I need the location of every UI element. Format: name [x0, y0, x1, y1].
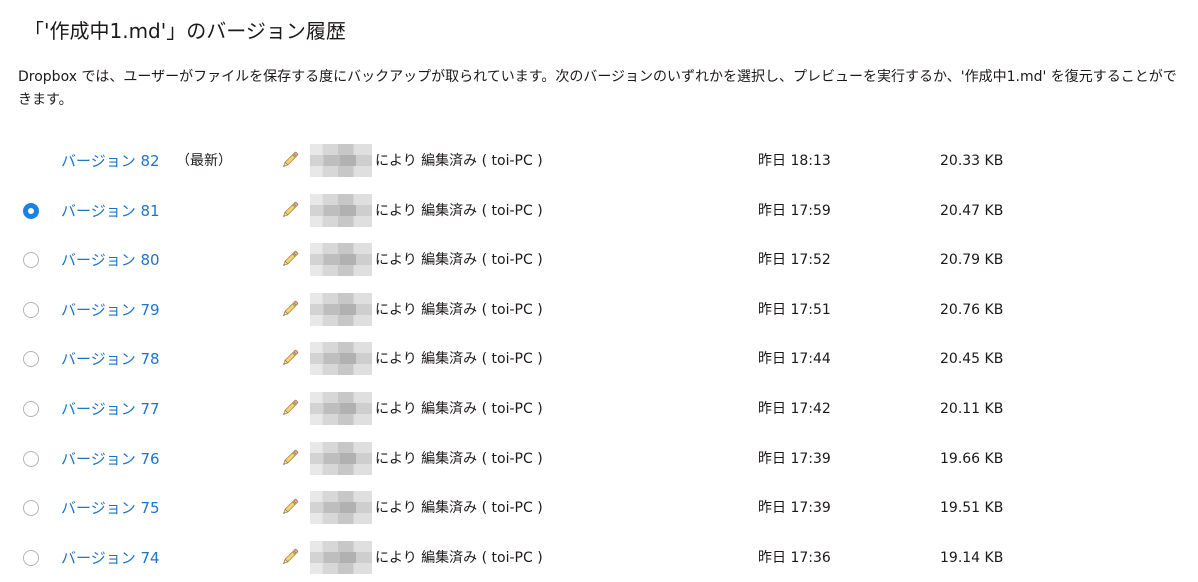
version-radio[interactable] — [23, 549, 39, 566]
blurred-editor-name — [310, 144, 372, 177]
version-radio[interactable] — [23, 500, 39, 517]
blurred-editor-name — [310, 342, 372, 376]
version-radio[interactable] — [23, 301, 39, 318]
edit-info: により 編集済み ( toi-PC ) — [375, 450, 543, 467]
version-row[interactable]: バージョン 75 により 編集済み ( toi-PC ) 昨日 17:39 19… — [0, 483, 1198, 533]
file-size: 20.11 KB — [940, 400, 1004, 417]
version-row[interactable]: バージョン 74 により 編集済み ( toi-PC ) 昨日 17:36 19… — [0, 533, 1198, 582]
version-radio[interactable] — [23, 252, 39, 269]
blurred-editor-name — [310, 491, 372, 525]
version-row[interactable]: バージョン 79 により 編集済み ( toi-PC ) 昨日 17:51 20… — [0, 285, 1198, 335]
version-link[interactable]: バージョン 82 — [61, 150, 160, 172]
edit-info: により 編集済み ( toi-PC ) — [375, 549, 543, 566]
pencil-icon — [282, 350, 299, 366]
version-row[interactable]: バージョン 77 により 編集済み ( toi-PC ) 昨日 17:42 20… — [0, 384, 1198, 434]
blurred-editor-name — [310, 441, 372, 475]
edit-info: により 編集済み ( toi-PC ) — [375, 153, 543, 169]
version-radio[interactable] — [23, 400, 39, 417]
edit-info: により 編集済み ( toi-PC ) — [375, 202, 543, 219]
file-size: 19.66 KB — [940, 450, 1004, 467]
edit-info: により 編集済み ( toi-PC ) — [375, 301, 543, 318]
version-row[interactable]: バージョン 76 により 編集済み ( toi-PC ) 昨日 17:39 19… — [0, 434, 1198, 484]
version-link[interactable]: バージョン 81 — [61, 200, 160, 222]
version-link[interactable]: バージョン 79 — [61, 299, 160, 321]
version-link[interactable]: バージョン 77 — [61, 398, 160, 420]
version-timestamp: 昨日 17:44 — [758, 351, 831, 368]
file-size: 19.14 KB — [940, 549, 1004, 566]
pencil-icon — [282, 498, 299, 515]
pencil-icon — [282, 449, 299, 465]
edit-info: により 編集済み ( toi-PC ) — [375, 351, 543, 368]
version-row[interactable]: バージョン 80 により 編集済み ( toi-PC ) 昨日 17:52 20… — [0, 235, 1198, 285]
version-timestamp: 昨日 17:36 — [758, 549, 831, 566]
pencil-icon — [282, 300, 299, 316]
pencil-icon — [282, 250, 299, 267]
pencil-icon — [282, 201, 299, 217]
version-row[interactable]: バージョン 78 により 編集済み ( toi-PC ) 昨日 17:44 20… — [0, 334, 1198, 384]
version-radio[interactable] — [23, 351, 39, 368]
edit-info: により 編集済み ( toi-PC ) — [375, 500, 543, 517]
version-link[interactable]: バージョン 76 — [61, 448, 160, 470]
blurred-editor-name — [310, 193, 372, 227]
version-radio[interactable] — [23, 450, 39, 467]
description-text: Dropbox では、ユーザーがファイルを保存する度にバックアップが取られていま… — [18, 69, 1177, 108]
blurred-editor-name — [310, 292, 372, 326]
version-timestamp: 昨日 17:52 — [758, 252, 831, 269]
pencil-icon — [282, 151, 299, 168]
pencil-icon — [282, 548, 299, 564]
page-title: 「'作成中1.md'」のバージョン履歴 — [24, 19, 346, 43]
edit-info: により 編集済み ( toi-PC ) — [375, 252, 543, 269]
file-size: 20.79 KB — [940, 252, 1004, 269]
version-timestamp: 昨日 17:42 — [758, 400, 831, 417]
version-row[interactable]: バージョン 81 により 編集済み ( toi-PC ) 昨日 17:59 20… — [0, 186, 1198, 236]
file-size: 20.76 KB — [940, 301, 1004, 318]
latest-tag: （最新） — [176, 153, 232, 169]
blurred-editor-name — [310, 391, 372, 425]
version-row[interactable]: バージョン 82 （最新） により 編集済み ( toi-PC ) 昨日 18:… — [0, 136, 1198, 186]
version-timestamp: 昨日 17:51 — [758, 301, 831, 318]
file-size: 20.47 KB — [940, 202, 1004, 219]
file-size: 20.33 KB — [940, 153, 1004, 169]
version-timestamp: 昨日 17:59 — [758, 202, 831, 219]
version-link[interactable]: バージョン 78 — [61, 348, 160, 370]
pencil-icon — [282, 399, 299, 416]
version-timestamp: 昨日 18:13 — [758, 153, 831, 169]
version-link[interactable]: バージョン 74 — [61, 547, 160, 569]
version-link[interactable]: バージョン 75 — [61, 497, 160, 519]
version-timestamp: 昨日 17:39 — [758, 450, 831, 467]
file-size: 20.45 KB — [940, 351, 1004, 368]
edit-info: により 編集済み ( toi-PC ) — [375, 400, 543, 417]
blurred-editor-name — [310, 540, 372, 574]
version-radio[interactable] — [23, 202, 39, 219]
version-timestamp: 昨日 17:39 — [758, 500, 831, 517]
file-size: 19.51 KB — [940, 500, 1004, 517]
blurred-editor-name — [310, 243, 372, 277]
version-link[interactable]: バージョン 80 — [61, 249, 160, 271]
version-list: バージョン 82 （最新） により 編集済み ( toi-PC ) 昨日 18:… — [0, 136, 1198, 582]
